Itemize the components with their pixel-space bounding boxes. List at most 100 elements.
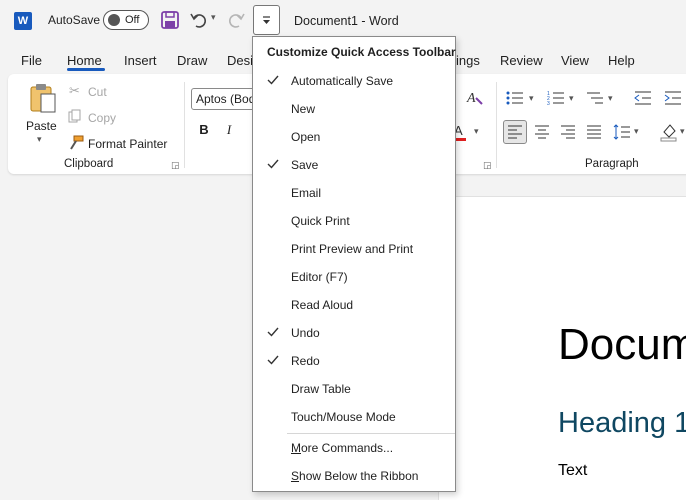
redo-icon bbox=[228, 13, 245, 28]
checkmark-icon bbox=[267, 355, 279, 365]
document-body-text[interactable]: Text bbox=[558, 462, 587, 480]
menu-item-label: Draw Table bbox=[291, 382, 351, 396]
document-title-text[interactable]: Docum bbox=[558, 320, 686, 370]
menu-item-label: Redo bbox=[291, 354, 320, 368]
format-painter-button[interactable]: Format Painter bbox=[88, 137, 167, 151]
checkmark-icon bbox=[267, 75, 279, 85]
numbering-dropdown-icon[interactable]: ▾ bbox=[569, 93, 574, 104]
multilevel-dropdown-icon[interactable]: ▾ bbox=[608, 93, 613, 104]
scissors-icon: ✂ bbox=[69, 83, 80, 98]
menu-item-show-below-ribbon[interactable]: Show Below the Ribbon bbox=[253, 462, 455, 490]
menu-item-email[interactable]: Email bbox=[253, 179, 455, 207]
menu-item-label: More Commands... bbox=[291, 441, 393, 455]
tab-view[interactable]: View bbox=[561, 53, 589, 68]
italic-button[interactable]: I bbox=[219, 120, 239, 140]
svg-text:A: A bbox=[466, 91, 476, 106]
menu-item-read-aloud[interactable]: Read Aloud bbox=[253, 291, 455, 319]
menu-item-quick-print[interactable]: Quick Print bbox=[253, 207, 455, 235]
customize-dropdown-icon bbox=[263, 16, 270, 24]
menu-item-label: Email bbox=[291, 186, 322, 200]
font-color-dropdown-icon[interactable]: ▾ bbox=[474, 126, 479, 137]
menu-item-open[interactable]: Open bbox=[253, 123, 455, 151]
menu-item-new[interactable]: New bbox=[253, 95, 455, 123]
menu-item-more-commands[interactable]: More Commands... bbox=[253, 434, 455, 462]
menu-item-label: Read Aloud bbox=[291, 298, 354, 312]
menu-item-label: Open bbox=[291, 130, 321, 144]
menu-item-label: Undo bbox=[291, 326, 320, 340]
menu-item-redo[interactable]: Redo bbox=[253, 347, 455, 375]
group-divider bbox=[184, 82, 185, 168]
bold-button[interactable]: B bbox=[194, 120, 214, 140]
autosave-label: AutoSave bbox=[48, 13, 101, 27]
save-icon[interactable] bbox=[160, 10, 180, 30]
shading-dropdown-icon[interactable]: ▾ bbox=[680, 126, 685, 137]
numbering-icon[interactable]: 1 2 3 bbox=[547, 90, 565, 106]
paragraph-group-label: Paragraph bbox=[585, 158, 639, 170]
cut-button: Cut bbox=[88, 85, 107, 99]
copy-icon bbox=[68, 109, 81, 123]
menu-item-label: Editor (F7) bbox=[291, 270, 348, 284]
menu-item-save[interactable]: Save bbox=[253, 151, 455, 179]
menu-item-automatically-save[interactable]: Automatically Save bbox=[253, 67, 455, 95]
label-rest: how Below the Ribbon bbox=[299, 469, 419, 483]
tab-mailings[interactable]: ings bbox=[456, 53, 480, 68]
customize-quick-access-button[interactable] bbox=[253, 5, 280, 35]
menu-item-print-preview[interactable]: Print Preview and Print bbox=[253, 235, 455, 263]
autosave-state: Off bbox=[125, 14, 140, 26]
clipboard-launcher-icon[interactable]: ◲ bbox=[171, 160, 180, 171]
undo-dropdown-icon[interactable]: ▾ bbox=[211, 12, 216, 23]
autosave-toggle[interactable]: Off bbox=[103, 10, 149, 30]
bullets-icon[interactable] bbox=[506, 90, 524, 106]
paste-icon[interactable] bbox=[28, 82, 58, 114]
checkmark-icon bbox=[267, 159, 279, 169]
menu-item-undo[interactable]: Undo bbox=[253, 319, 455, 347]
menu-item-label: Save bbox=[291, 158, 319, 172]
customize-qat-menu: Customize Quick Access Toolbar Automatic… bbox=[252, 36, 456, 492]
multilevel-list-icon[interactable] bbox=[586, 90, 604, 106]
tab-design[interactable]: Desi bbox=[227, 53, 253, 68]
justify-icon[interactable] bbox=[586, 124, 602, 140]
tab-help[interactable]: Help bbox=[608, 53, 635, 68]
font-name-box[interactable]: Aptos (Bod bbox=[191, 88, 261, 110]
tab-home[interactable]: Home bbox=[67, 53, 102, 68]
toggle-knob bbox=[108, 14, 120, 26]
menu-item-touch-mouse-mode[interactable]: Touch/Mouse Mode bbox=[253, 403, 455, 431]
menu-item-label: Print Preview and Print bbox=[291, 242, 414, 256]
word-app-icon: W bbox=[14, 12, 32, 30]
menu-header: Customize Quick Access Toolbar bbox=[267, 45, 456, 59]
tab-insert[interactable]: Insert bbox=[124, 53, 157, 68]
menu-item-label: Quick Print bbox=[291, 214, 350, 228]
align-right-icon[interactable] bbox=[560, 124, 576, 140]
clear-formatting-icon[interactable]: A bbox=[466, 88, 484, 106]
align-left-icon[interactable] bbox=[507, 124, 523, 140]
menu-item-editor[interactable]: Editor (F7) bbox=[253, 263, 455, 291]
undo-icon[interactable] bbox=[189, 10, 209, 30]
checkmark-icon bbox=[267, 327, 279, 337]
align-center-icon[interactable] bbox=[534, 124, 550, 140]
tab-review[interactable]: Review bbox=[500, 53, 543, 68]
label-rest: ore Commands... bbox=[301, 441, 394, 455]
menu-item-draw-table[interactable]: Draw Table bbox=[253, 375, 455, 403]
tab-draw[interactable]: Draw bbox=[177, 53, 207, 68]
copy-button: Copy bbox=[88, 111, 117, 125]
paste-dropdown-icon[interactable]: ▾ bbox=[37, 134, 42, 145]
active-tab-indicator bbox=[67, 68, 105, 71]
group-divider bbox=[496, 82, 497, 168]
bullets-dropdown-icon[interactable]: ▾ bbox=[529, 93, 534, 104]
access-key: S bbox=[291, 469, 300, 483]
menu-item-label: Touch/Mouse Mode bbox=[291, 410, 396, 424]
document-title: Document1 - Word bbox=[294, 14, 399, 28]
clipboard-group-label: Clipboard bbox=[64, 158, 114, 170]
document-heading-1[interactable]: Heading 1 bbox=[558, 407, 686, 440]
svg-text:3: 3 bbox=[547, 101, 550, 106]
font-launcher-icon[interactable]: ◲ bbox=[483, 160, 492, 171]
line-spacing-icon[interactable] bbox=[613, 123, 631, 141]
shading-icon[interactable] bbox=[660, 122, 678, 142]
line-spacing-dropdown-icon[interactable]: ▾ bbox=[634, 126, 639, 137]
font-color-icon[interactable]: A bbox=[454, 122, 468, 142]
format-painter-icon[interactable] bbox=[68, 135, 84, 151]
paste-button[interactable]: Paste bbox=[26, 119, 57, 133]
increase-indent-icon[interactable] bbox=[664, 90, 682, 106]
tab-file[interactable]: File bbox=[21, 53, 42, 68]
decrease-indent-icon[interactable] bbox=[634, 90, 652, 106]
